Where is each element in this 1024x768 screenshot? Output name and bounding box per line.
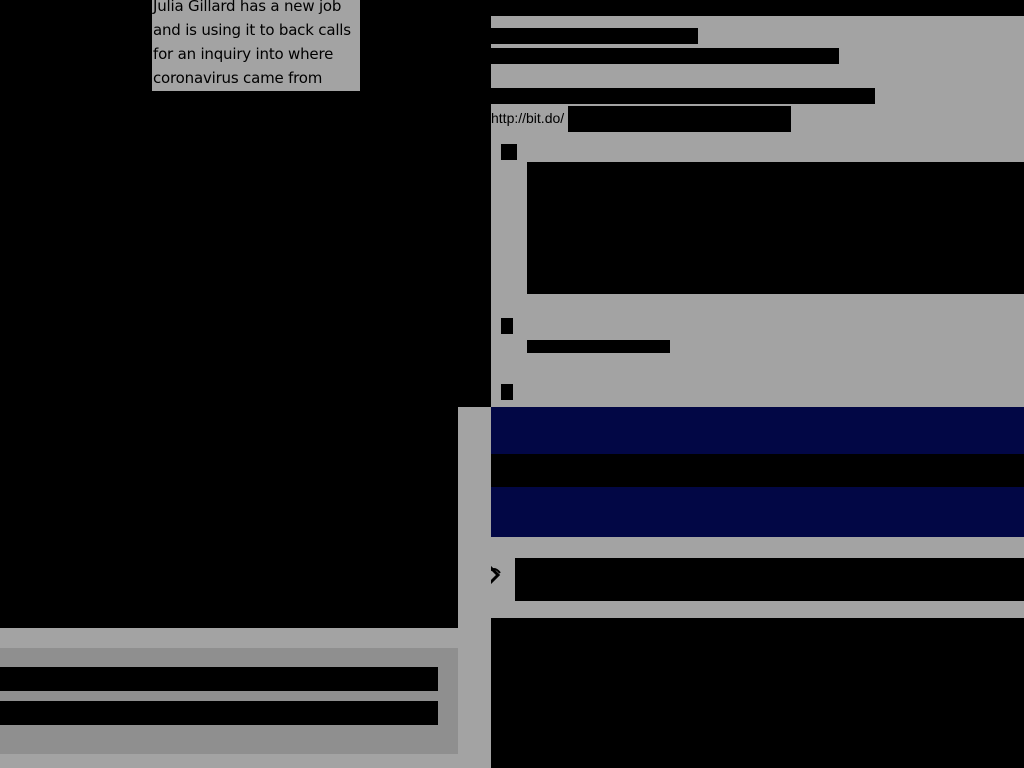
redacted-line-1	[491, 28, 698, 44]
headline-card[interactable]: Julia Gillard has a new job and is using…	[152, 0, 360, 91]
banner-bottom	[491, 487, 1024, 537]
headline-text[interactable]: Julia Gillard has a new job and is using…	[153, 0, 360, 90]
bullet-marker-2	[501, 318, 513, 334]
redacted-url-path[interactable]	[568, 106, 791, 132]
redacted-bottom-line-1	[0, 667, 438, 691]
redacted-line-2	[491, 48, 839, 64]
gutter-panel	[458, 407, 491, 628]
redacted-bottom-line-2	[0, 701, 438, 725]
redacted-block	[527, 162, 1024, 294]
redacted-share-input[interactable]	[515, 558, 1024, 601]
banner-top	[491, 407, 1024, 454]
banner-divider	[491, 454, 1024, 487]
bullet-marker-3	[501, 384, 513, 400]
redacted-link[interactable]	[527, 340, 670, 353]
redacted-line-3	[491, 88, 875, 104]
bullet-marker-1	[501, 144, 517, 160]
url-label[interactable]: http://bit.do/	[491, 110, 564, 126]
